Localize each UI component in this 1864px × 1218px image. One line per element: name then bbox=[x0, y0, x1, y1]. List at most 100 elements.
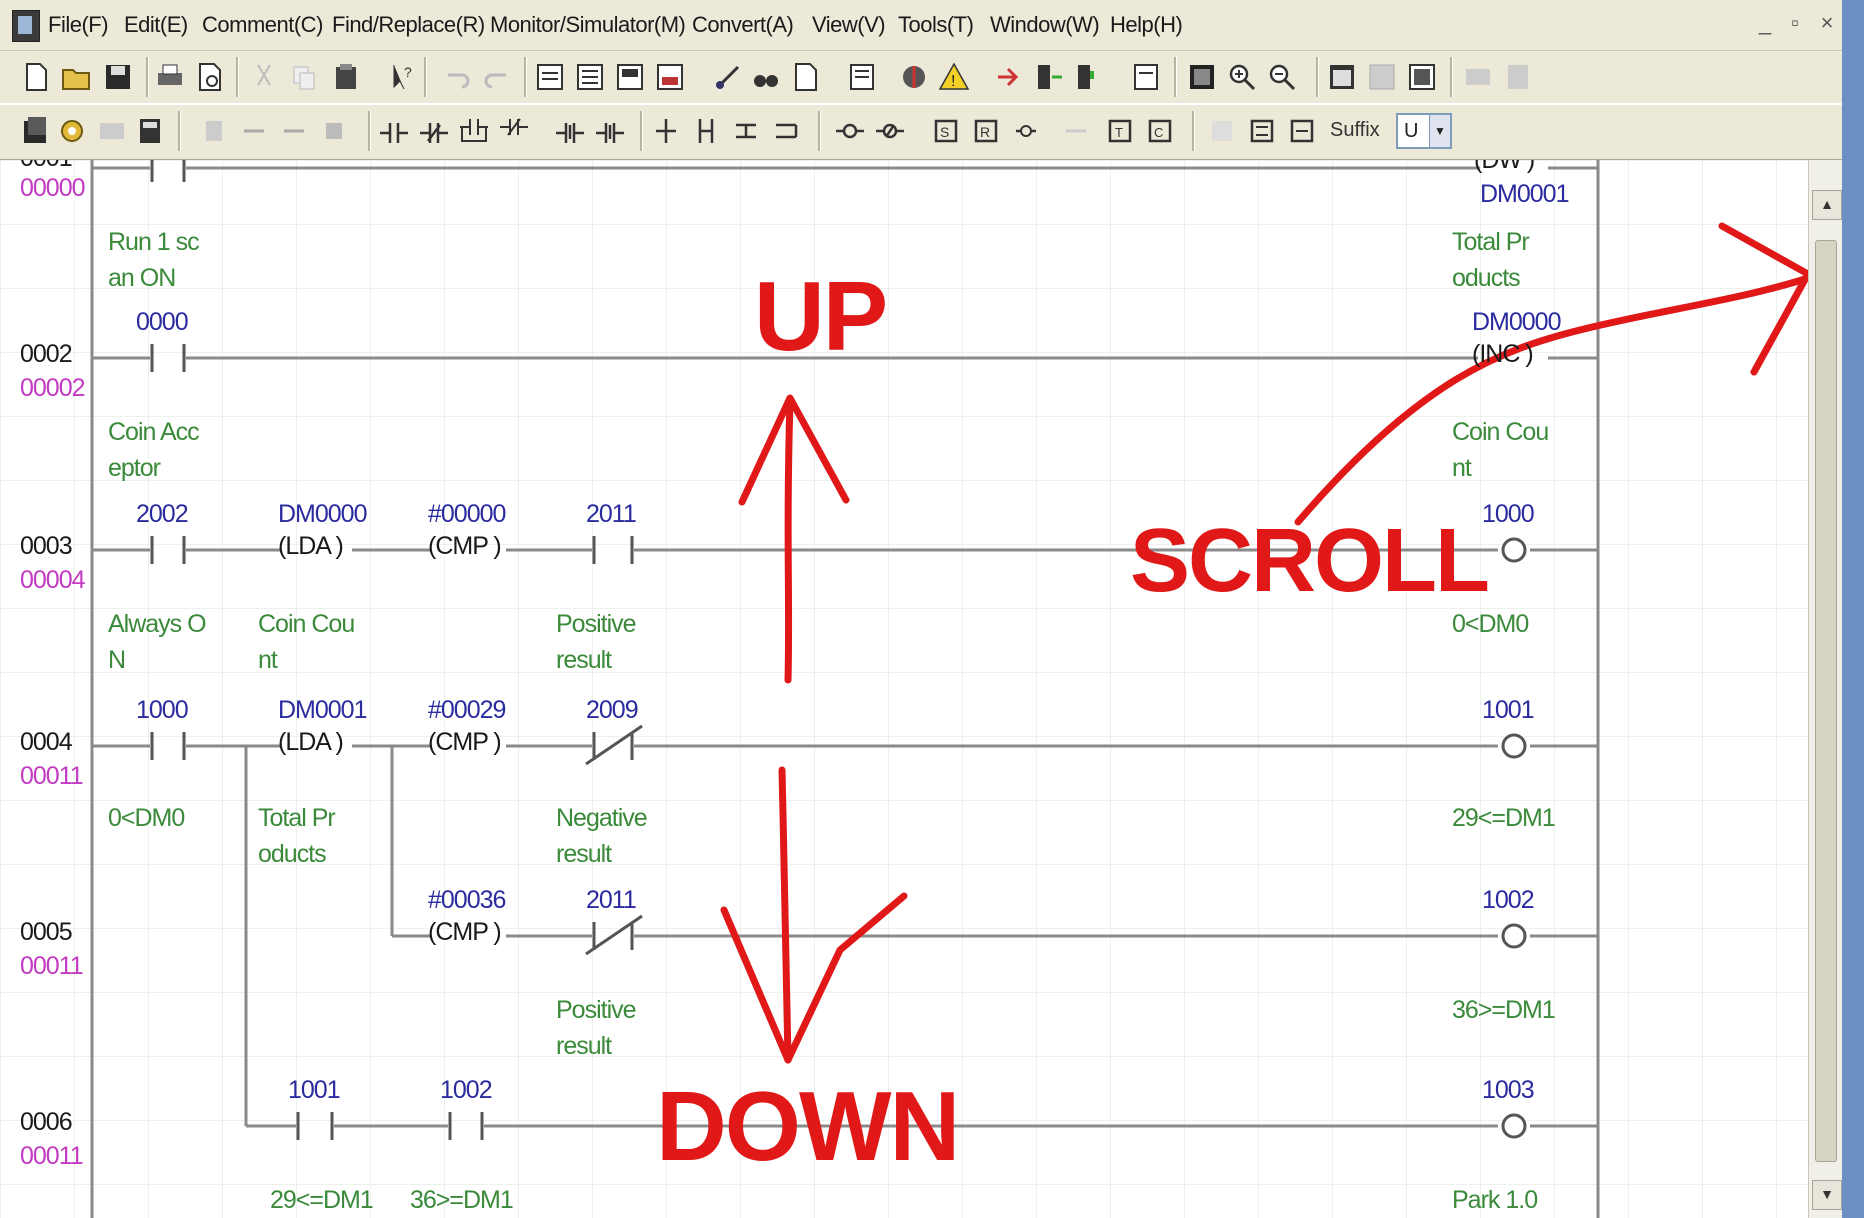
menu-edit[interactable]: Edit(E) bbox=[124, 12, 188, 38]
print-preview-icon[interactable] bbox=[194, 61, 226, 93]
print-icon[interactable] bbox=[154, 61, 186, 93]
save-icon[interactable] bbox=[102, 61, 134, 93]
menu-find-replace[interactable]: Find/Replace(R) bbox=[332, 12, 485, 38]
view-icon[interactable] bbox=[1186, 61, 1218, 93]
redo-icon[interactable] bbox=[482, 61, 514, 93]
output-not-icon[interactable] bbox=[874, 115, 906, 147]
new-file-icon[interactable] bbox=[20, 61, 52, 93]
ladder-diagram[interactable]: 0001 00000 0002 00002 0003 00004 0004 00… bbox=[0, 160, 1820, 1218]
scroll-up-arrow-icon[interactable]: ▲ bbox=[1812, 190, 1842, 220]
menu-monitor-simulator[interactable]: Monitor/Simulator(M) bbox=[490, 12, 686, 38]
suffix-select[interactable]: U ▼ bbox=[1396, 113, 1452, 149]
coil-address[interactable]: DM0001 bbox=[1480, 180, 1569, 209]
window-icon-1[interactable] bbox=[1326, 61, 1358, 93]
rising-edge-icon[interactable] bbox=[554, 115, 586, 147]
block-icon[interactable] bbox=[318, 115, 350, 147]
scroll-thumb[interactable] bbox=[1815, 240, 1837, 1162]
menu-file[interactable]: File(F) bbox=[48, 12, 109, 38]
cmp-constant[interactable]: #00036 bbox=[428, 886, 506, 915]
reset-icon[interactable]: R bbox=[970, 115, 1002, 147]
window-icon-2[interactable] bbox=[1366, 61, 1398, 93]
lda-instruction[interactable]: (LDA ) bbox=[278, 532, 344, 561]
horizontal-line-icon[interactable] bbox=[690, 115, 722, 147]
coil-address[interactable]: 1001 bbox=[1482, 696, 1535, 725]
chevron-down-icon[interactable]: ▼ bbox=[1429, 115, 1450, 147]
program-icon-2[interactable] bbox=[574, 61, 606, 93]
contact-address[interactable]: 2002 bbox=[136, 500, 189, 529]
branch-icon[interactable] bbox=[730, 115, 762, 147]
contact-or-icon[interactable] bbox=[458, 115, 490, 147]
cut-icon[interactable] bbox=[248, 61, 280, 93]
contact-or-nc-icon[interactable] bbox=[498, 115, 530, 147]
calculator-icon[interactable] bbox=[134, 115, 166, 147]
counter-icon[interactable]: C bbox=[1144, 115, 1176, 147]
app-icon[interactable] bbox=[12, 10, 40, 42]
cmp-instruction[interactable]: (CMP ) bbox=[428, 918, 502, 947]
lda-instruction[interactable]: (LDA ) bbox=[278, 728, 344, 757]
plc-icon[interactable] bbox=[1070, 61, 1102, 93]
disabled-func-icon[interactable] bbox=[1060, 115, 1092, 147]
zoom-in-icon[interactable] bbox=[1226, 61, 1258, 93]
download-icon[interactable] bbox=[994, 61, 1026, 93]
program-icon-3[interactable] bbox=[614, 61, 646, 93]
menu-help[interactable]: Help(H) bbox=[1110, 12, 1183, 38]
menu-convert[interactable]: Convert(A) bbox=[692, 12, 794, 38]
monitor-icon[interactable] bbox=[846, 61, 878, 93]
line-erase-icon[interactable] bbox=[278, 115, 310, 147]
compile-icon[interactable] bbox=[898, 61, 930, 93]
coil-address[interactable]: 1003 bbox=[1482, 1076, 1535, 1105]
restore-button[interactable]: ▫ bbox=[1782, 10, 1808, 36]
coil-instruction[interactable]: (DW ) bbox=[1474, 160, 1535, 175]
find-page-icon[interactable] bbox=[790, 61, 822, 93]
upload-icon[interactable] bbox=[1034, 61, 1066, 93]
contact-address[interactable]: 0000 bbox=[136, 308, 189, 337]
plc-program-icon[interactable] bbox=[20, 115, 52, 147]
branch-end-icon[interactable] bbox=[770, 115, 802, 147]
lda-address[interactable]: DM0001 bbox=[278, 696, 367, 725]
minimize-button[interactable]: _ bbox=[1752, 10, 1778, 36]
scroll-down-arrow-icon[interactable]: ▼ bbox=[1812, 1180, 1842, 1210]
coil-address[interactable]: DM0000 bbox=[1472, 308, 1561, 337]
contact-address[interactable]: 1000 bbox=[136, 696, 189, 725]
coil-instruction[interactable]: (INC ) bbox=[1472, 340, 1534, 369]
paste-icon[interactable] bbox=[330, 61, 362, 93]
vertical-line-icon[interactable] bbox=[650, 115, 682, 147]
program-icon-1[interactable] bbox=[534, 61, 566, 93]
undo-icon[interactable] bbox=[440, 61, 472, 93]
binoculars-icon[interactable] bbox=[750, 61, 782, 93]
falling-edge-icon[interactable] bbox=[594, 115, 626, 147]
contact-address[interactable]: 2011 bbox=[586, 500, 637, 529]
contact-address[interactable]: 2011 bbox=[586, 886, 637, 915]
cmp-instruction[interactable]: (CMP ) bbox=[428, 532, 502, 561]
help-cursor-icon[interactable]: ? bbox=[384, 61, 416, 93]
lda-address[interactable]: DM0000 bbox=[278, 500, 367, 529]
vertical-scrollbar[interactable]: ▲ ▼ bbox=[1808, 160, 1843, 1218]
contact-nc-icon[interactable] bbox=[418, 115, 450, 147]
contact-address[interactable]: 1001 bbox=[288, 1076, 341, 1105]
output-coil-icon[interactable] bbox=[834, 115, 866, 147]
cursor-mode-icon[interactable] bbox=[198, 115, 230, 147]
menu-window[interactable]: Window(W) bbox=[990, 12, 1100, 38]
coil-address[interactable]: 1002 bbox=[1482, 886, 1535, 915]
menu-view[interactable]: View(V) bbox=[812, 12, 886, 38]
settings-page-icon[interactable] bbox=[1130, 61, 1162, 93]
open-folder-icon[interactable] bbox=[60, 61, 92, 93]
contact-no-icon[interactable] bbox=[378, 115, 410, 147]
zoom-out-icon[interactable] bbox=[1266, 61, 1298, 93]
warning-icon[interactable]: ! bbox=[938, 61, 970, 93]
disabled-icon-2[interactable] bbox=[1502, 61, 1534, 93]
cmp-instruction[interactable]: (CMP ) bbox=[428, 728, 502, 757]
copy-icon[interactable] bbox=[288, 61, 320, 93]
connect-icon[interactable] bbox=[712, 61, 744, 93]
line-draw-icon[interactable] bbox=[238, 115, 270, 147]
program-icon-4[interactable] bbox=[654, 61, 686, 93]
data-move-icon[interactable] bbox=[1286, 115, 1318, 147]
menu-comment[interactable]: Comment(C) bbox=[202, 12, 323, 38]
cmp-constant[interactable]: #00000 bbox=[428, 500, 506, 529]
compare-icon[interactable] bbox=[1246, 115, 1278, 147]
timer-icon[interactable]: T bbox=[1104, 115, 1136, 147]
set-icon[interactable]: S bbox=[930, 115, 962, 147]
disabled-icon-1[interactable] bbox=[1462, 61, 1494, 93]
disabled-tool-icon[interactable] bbox=[96, 115, 128, 147]
settings-gear-icon[interactable] bbox=[56, 115, 88, 147]
